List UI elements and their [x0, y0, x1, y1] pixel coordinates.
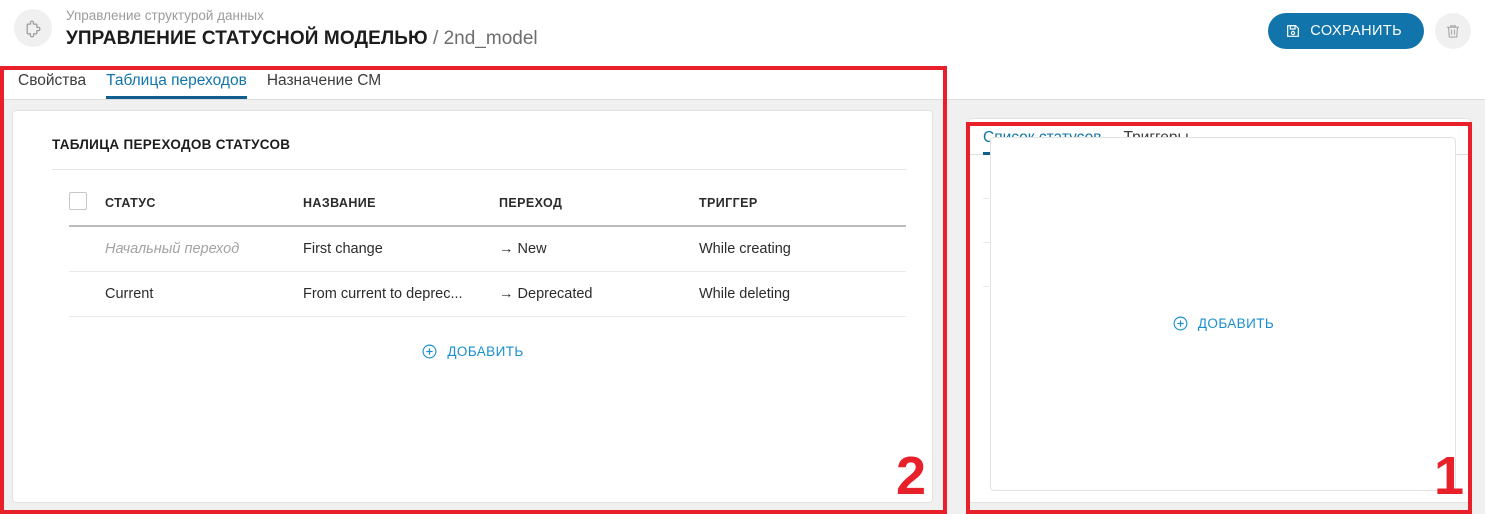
floppy-disk-icon: [1285, 23, 1301, 39]
row-checkbox-cell: [69, 271, 105, 317]
save-button[interactable]: СОХРАНИТЬ: [1268, 13, 1424, 49]
row-name: From current to deprec...: [303, 271, 499, 317]
row-transition: → Deprecated: [499, 271, 699, 317]
table-row[interactable]: Начальный переход First change → New Whi…: [69, 226, 906, 272]
row-name: First change: [303, 226, 499, 272]
tab-sm-assignment[interactable]: Назначение СМ: [267, 72, 381, 99]
plus-circle-icon: [421, 343, 438, 360]
add-transition-label: ДОБАВИТЬ: [447, 344, 524, 359]
column-header-name[interactable]: НАЗВАНИЕ: [303, 170, 499, 227]
transitions-card: ТАБЛИЦА ПЕРЕХОДОВ СТАТУСОВ СТАТУС НАЗВАН…: [12, 110, 933, 503]
delete-button[interactable]: [1435, 13, 1471, 49]
table-header-row: СТАТУС НАЗВАНИЕ ПЕРЕХОД ТРИГГЕР: [69, 170, 906, 227]
save-button-label: СОХРАНИТЬ: [1310, 23, 1402, 39]
tab-properties[interactable]: Свойства: [18, 72, 86, 99]
row-trigger: While deleting: [699, 271, 906, 317]
column-header-transition[interactable]: ПЕРЕХОД: [499, 170, 699, 227]
transitions-pane: ТАБЛИЦА ПЕРЕХОДОВ СТАТУСОВ СТАТУС НАЗВАН…: [0, 100, 947, 514]
row-status: Current: [105, 271, 303, 317]
select-all-checkbox[interactable]: [69, 192, 87, 210]
main-tab-bar: Свойства Таблица переходов Назначение СМ: [0, 66, 1485, 100]
transitions-table: СТАТУС НАЗВАНИЕ ПЕРЕХОД ТРИГГЕР Начальны…: [69, 170, 906, 317]
page-title: УПРАВЛЕНИЕ СТАТУСНОЙ МОДЕЛЬЮ / 2nd_model: [66, 26, 538, 51]
column-header-trigger[interactable]: ТРИГГЕР: [699, 170, 906, 227]
breadcrumb: Управление структурой данных: [66, 8, 264, 23]
row-transition: → New: [499, 226, 699, 272]
status-panel: Список статусов Триггеры NEW New DEPRECA…: [968, 118, 1471, 503]
page-title-main: УПРАВЛЕНИЕ СТАТУСНОЙ МОДЕЛЬЮ: [66, 28, 428, 49]
select-all-cell: [69, 170, 105, 227]
row-checkbox-cell: [69, 226, 105, 272]
header-actions: СОХРАНИТЬ: [1268, 13, 1471, 49]
plus-circle-icon: [1172, 315, 1189, 332]
tab-transitions-table[interactable]: Таблица переходов: [106, 72, 247, 99]
row-trigger: While creating: [699, 226, 906, 272]
puzzle-piece-icon: [14, 9, 52, 47]
add-status-label: ДОБАВИТЬ: [1197, 316, 1275, 331]
header-left-group: Управление структурой данных УПРАВЛЕНИЕ …: [14, 7, 538, 51]
column-header-status[interactable]: СТАТУС: [105, 170, 303, 227]
content-area: ТАБЛИЦА ПЕРЕХОДОВ СТАТУСОВ СТАТУС НАЗВАН…: [0, 100, 1485, 514]
row-status: Начальный переход: [105, 226, 303, 272]
table-row[interactable]: Current From current to deprec... → Depr…: [69, 271, 906, 317]
status-pane: Список статусов Триггеры NEW New DEPRECA…: [947, 100, 1485, 514]
app-header: Управление структурой данных УПРАВЛЕНИЕ …: [0, 0, 1485, 66]
page-title-model: 2nd_model: [443, 28, 538, 49]
add-status-button[interactable]: ДОБАВИТЬ: [990, 137, 1456, 491]
add-transition-button[interactable]: ДОБАВИТЬ: [13, 317, 932, 360]
trash-icon: [1444, 22, 1462, 40]
transitions-card-title: ТАБЛИЦА ПЕРЕХОДОВ СТАТУСОВ: [52, 137, 291, 152]
page-title-separator: /: [427, 28, 444, 49]
page-title-block: Управление структурой данных УПРАВЛЕНИЕ …: [66, 7, 538, 51]
